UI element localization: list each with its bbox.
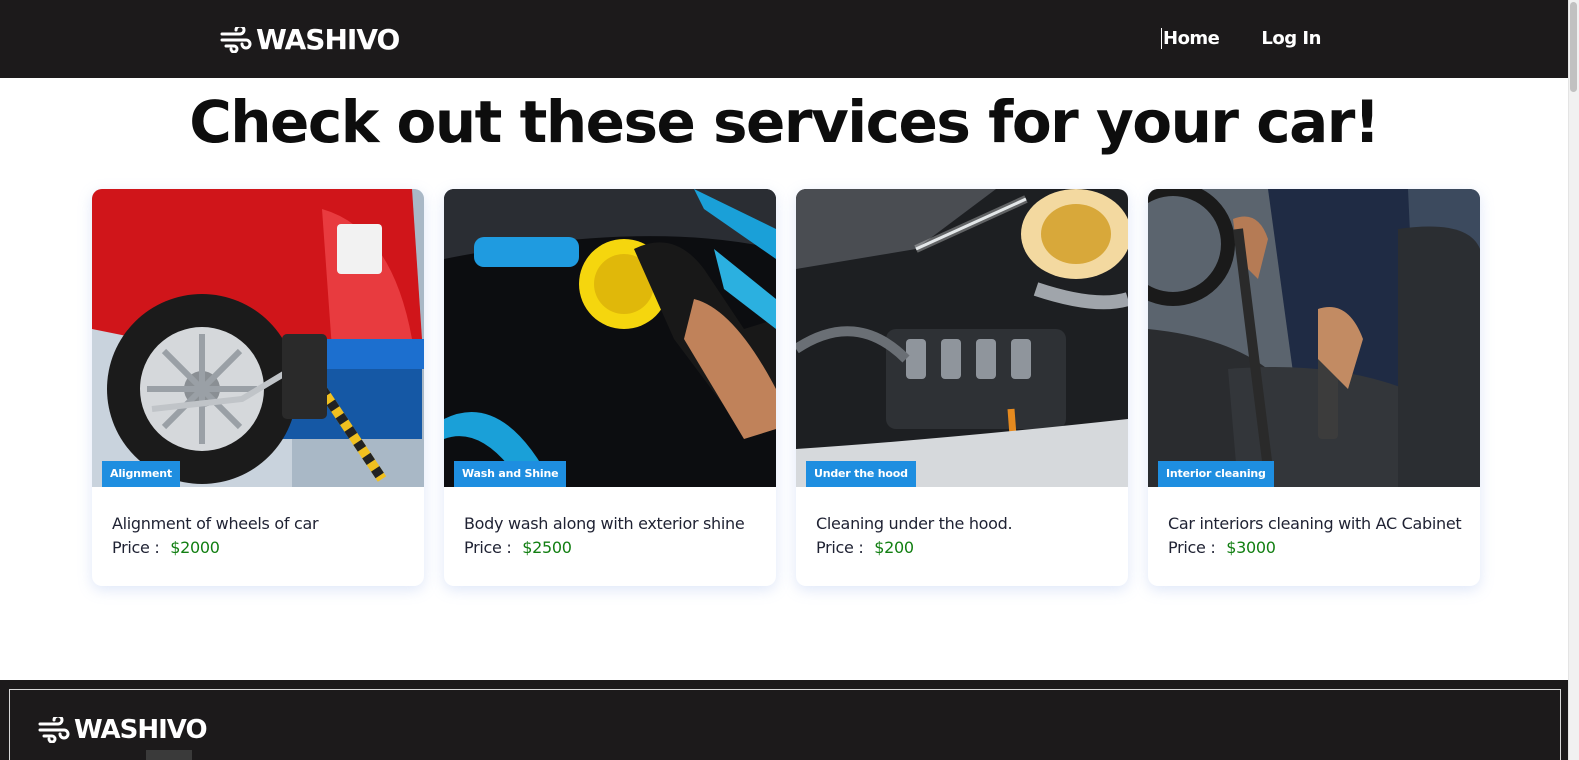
footer-border xyxy=(9,689,1561,760)
scrollbar-thumb[interactable] xyxy=(1570,2,1577,92)
brand-logo[interactable]: WASHIVO xyxy=(220,22,400,58)
price-value: $2500 xyxy=(522,538,572,557)
card-body: Car interiors cleaning with AC Cabinet P… xyxy=(1148,487,1480,557)
nav-home-link[interactable]: Home xyxy=(1161,28,1220,49)
card-body: Cleaning under the hood. Price : $200 xyxy=(796,487,1128,557)
price-row: Price : $3000 xyxy=(1168,538,1460,557)
category-tag: Interior cleaning xyxy=(1158,461,1274,487)
service-title: Alignment of wheels of car xyxy=(112,514,319,533)
price-row: Price : $2000 xyxy=(112,538,404,557)
card-body: Alignment of wheels of car Price : $2000 xyxy=(92,487,424,557)
service-title: Car interiors cleaning with AC Cabinet xyxy=(1168,514,1462,533)
service-card-under-the-hood[interactable]: Under the hood Cleaning under the hood. … xyxy=(796,189,1128,586)
price-row: Price : $2500 xyxy=(464,538,756,557)
page-scrollbar[interactable] xyxy=(1568,0,1579,760)
service-card-interior-cleaning[interactable]: Interior cleaning Car interiors cleaning… xyxy=(1148,189,1480,586)
service-card-alignment[interactable]: Alignment Alignment of wheels of car Pri… xyxy=(92,189,424,586)
wind-icon xyxy=(38,717,70,743)
wind-icon xyxy=(220,27,252,53)
engine-cleaning-image: Under the hood xyxy=(796,189,1128,487)
price-label: Price : xyxy=(464,538,512,557)
category-tag: Wash and Shine xyxy=(454,461,567,487)
price-label: Price : xyxy=(816,538,864,557)
brand-name: WASHIVO xyxy=(256,23,400,56)
footer xyxy=(0,680,1568,760)
service-title: Body wash along with exterior shine xyxy=(464,514,745,533)
footer-brand-name: WASHIVO xyxy=(74,715,208,745)
price-value: $2000 xyxy=(170,538,220,557)
service-card-wash-and-shine[interactable]: Wash and Shine Body wash along with exte… xyxy=(444,189,776,586)
interior-vacuum-image: Interior cleaning xyxy=(1148,189,1480,487)
price-value: $200 xyxy=(874,538,914,557)
price-label: Price : xyxy=(1168,538,1216,557)
category-tag: Alignment xyxy=(102,461,180,487)
footer-divider xyxy=(146,750,192,760)
card-body: Body wash along with exterior shine Pric… xyxy=(444,487,776,557)
wheel-alignment-image: Alignment xyxy=(92,189,424,487)
car-polishing-image: Wash and Shine xyxy=(444,189,776,487)
category-tag: Under the hood xyxy=(806,461,916,487)
price-label: Price : xyxy=(112,538,160,557)
price-row: Price : $200 xyxy=(816,538,1108,557)
nav-links: Home Log In xyxy=(1161,28,1321,49)
service-title: Cleaning under the hood. xyxy=(816,514,1013,533)
footer-brand-logo[interactable]: WASHIVO xyxy=(38,715,208,745)
page-title: Check out these services for your car! xyxy=(189,88,1380,156)
service-cards: Alignment Alignment of wheels of car Pri… xyxy=(92,189,1480,586)
price-value: $3000 xyxy=(1226,538,1276,557)
nav-login-link[interactable]: Log In xyxy=(1261,28,1321,49)
top-navbar: WASHIVO Home Log In xyxy=(0,0,1568,78)
